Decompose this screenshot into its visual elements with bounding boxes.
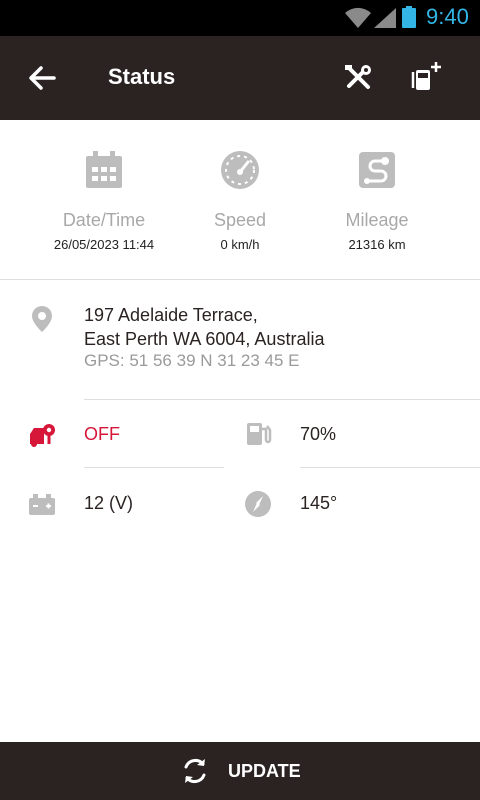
app-toolbar: Status [0, 36, 480, 120]
heading-value: 145° [300, 493, 338, 513]
update-label: UPDATE [228, 761, 301, 781]
page-title: Status [108, 64, 176, 89]
wifi-icon [345, 7, 371, 29]
speed-value: 0 km/h [220, 237, 260, 252]
address-line-2: East Perth WA 6004, Australia [84, 329, 325, 349]
speedometer-icon [221, 151, 259, 189]
speed-label: Speed [213, 210, 267, 230]
divider [300, 467, 480, 468]
fuel-add-icon[interactable] [410, 60, 444, 94]
address-line-1: 197 Adelaide Terrace, [84, 305, 258, 325]
car-ignition-icon [30, 424, 55, 447]
clock-time: 9:40 [426, 4, 469, 29]
route-icon [359, 152, 395, 188]
summary-stats: Date/Time 26/05/2023 11:44 Speed 0 km/h … [0, 120, 480, 280]
mileage-value: 21316 km [348, 237, 406, 252]
refresh-icon [184, 759, 206, 783]
arrow-left-icon[interactable] [24, 60, 60, 96]
battery-value: 12 (V) [84, 493, 134, 513]
divider [84, 399, 480, 400]
calendar-icon [86, 151, 122, 188]
update-button[interactable]: UPDATE [0, 742, 480, 800]
divider [84, 467, 224, 468]
wrench-screwdriver-icon[interactable] [342, 62, 374, 94]
signal-icon [374, 8, 396, 28]
gps-coordinates: GPS: 51 56 39 N 31 23 45 E [84, 351, 300, 370]
battery-icon [29, 494, 55, 515]
fuel-value: 70% [300, 424, 337, 444]
ignition-value: OFF [84, 424, 120, 444]
fuel-pump-icon [247, 423, 272, 445]
battery-status-icon [402, 6, 416, 28]
mileage-label: Mileage [345, 210, 409, 230]
system-status-bar: 9:40 [0, 0, 480, 36]
location-pin-icon [32, 306, 52, 332]
compass-icon [245, 491, 271, 517]
